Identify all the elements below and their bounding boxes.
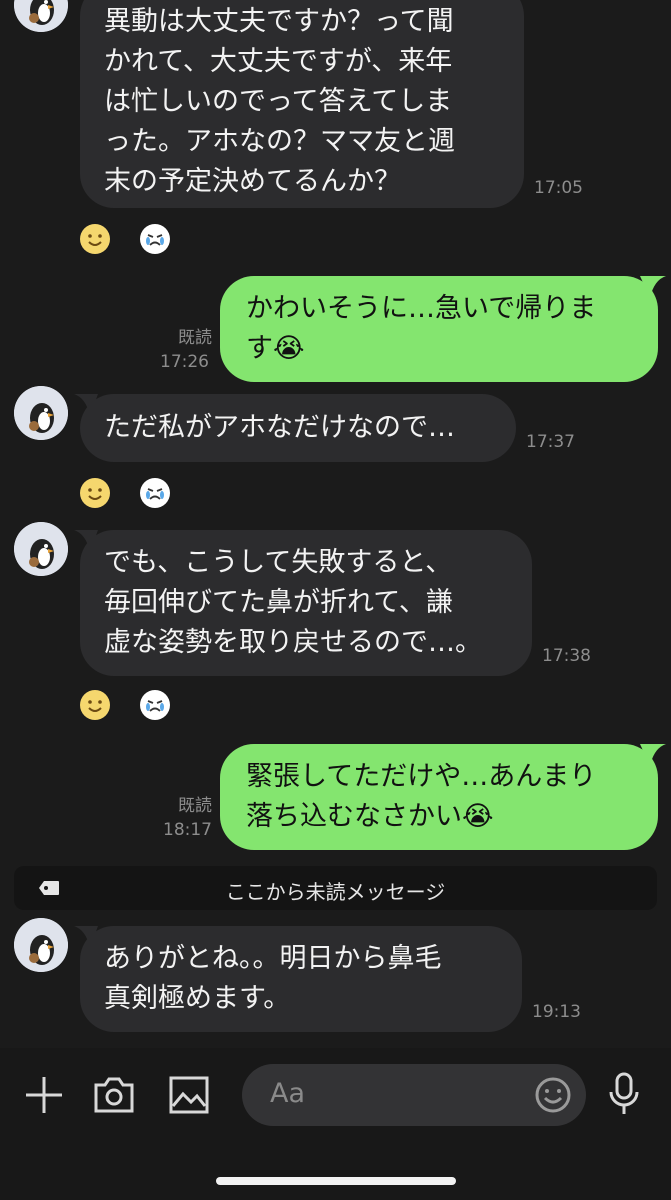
message-bubble-incoming[interactable]: でも、こうして失敗すると、 毎回伸びてた鼻が折れて、謙 虚な姿勢を取り戻せるので… bbox=[80, 530, 532, 676]
message-bubble-outgoing[interactable]: かわいそうに…急いで帰りま す😭 bbox=[220, 276, 658, 382]
read-label: 既読 bbox=[178, 796, 212, 816]
message-time: 19:13 bbox=[532, 1002, 581, 1022]
bubble-tail bbox=[640, 276, 666, 298]
message-bubble-incoming[interactable]: ただ私がアホなだけなので… bbox=[80, 394, 516, 462]
read-status: 既読 bbox=[150, 795, 212, 817]
read-status: 既読 bbox=[150, 327, 212, 349]
read-label: 既読 bbox=[178, 328, 212, 348]
crying-reaction-icon[interactable] bbox=[140, 224, 170, 254]
message-time: 17:38 bbox=[542, 646, 591, 666]
message-bubble-outgoing[interactable]: 緊張してただけや…あんまり 落ち込むなさかい😭 bbox=[220, 744, 658, 850]
camera-icon[interactable] bbox=[93, 1076, 135, 1114]
crying-reaction-icon[interactable] bbox=[140, 478, 170, 508]
emoji-icon[interactable] bbox=[534, 1076, 572, 1114]
avatar[interactable] bbox=[14, 0, 68, 32]
image-icon[interactable] bbox=[169, 1076, 209, 1114]
message-time: 18:17 bbox=[163, 820, 212, 840]
message-input-placeholder: Aa bbox=[270, 1078, 306, 1109]
avatar[interactable] bbox=[14, 522, 68, 576]
home-indicator[interactable] bbox=[216, 1177, 456, 1185]
unread-divider: ここから未読メッセージ bbox=[14, 866, 657, 910]
message-bubble-incoming[interactable]: 異動は大丈夫ですか？って聞 かれて、大丈夫ですが、来年 は忙しいのでって答えてし… bbox=[80, 0, 524, 208]
smile-reaction-icon[interactable] bbox=[80, 690, 110, 720]
message-input[interactable]: Aa bbox=[242, 1064, 586, 1126]
mic-icon[interactable] bbox=[608, 1072, 640, 1116]
message-time: 17:26 bbox=[160, 352, 209, 372]
plus-icon[interactable] bbox=[24, 1075, 64, 1115]
smile-reaction-icon[interactable] bbox=[80, 224, 110, 254]
bubble-tail bbox=[640, 744, 666, 766]
unread-divider-label: ここから未読メッセージ bbox=[225, 880, 446, 904]
avatar[interactable] bbox=[14, 918, 68, 972]
message-time: 17:37 bbox=[526, 432, 575, 452]
avatar[interactable] bbox=[14, 386, 68, 440]
message-bubble-incoming[interactable]: ありがとね。。明日から鼻毛 真剣極めます。 bbox=[80, 926, 522, 1032]
smile-reaction-icon[interactable] bbox=[80, 478, 110, 508]
message-time: 17:05 bbox=[534, 178, 583, 198]
crying-reaction-icon[interactable] bbox=[140, 690, 170, 720]
